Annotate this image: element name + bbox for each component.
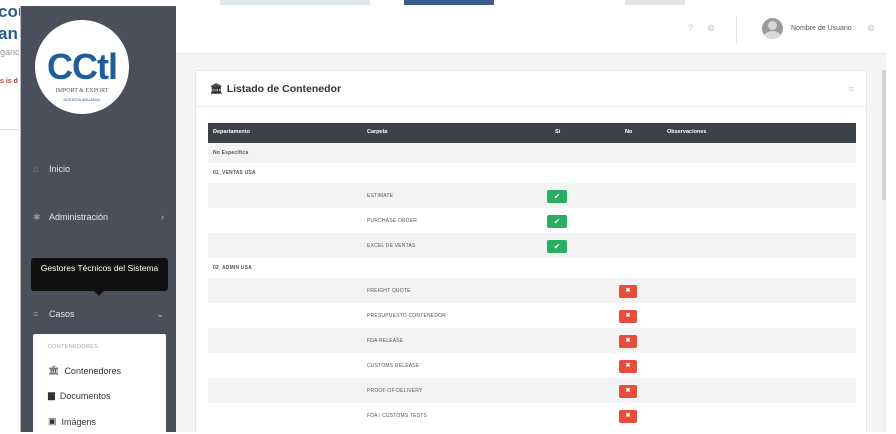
home-icon: ⌂: [33, 164, 39, 174]
listado-card: 🏛 Listado de Contenedor ≡ Departamento Ca…: [195, 70, 868, 432]
cross-badge-icon[interactable]: ✖: [619, 309, 637, 323]
department-cell: No Especifica: [213, 150, 249, 156]
logo-subtitle: IMPORT & EXPORT: [55, 88, 109, 94]
background-text: ganci: [0, 47, 22, 57]
app-window: CCtl IMPORT & EXPORT AGENCIA ADUANAL ⌂ I…: [20, 6, 886, 432]
tooltip-arrow: [94, 291, 104, 296]
folder-cell: FDA / CUSTOMS TESTS: [367, 412, 428, 419]
tooltip: Gestores Técnicos del Sistema: [31, 258, 168, 291]
sidebar-item-label: Inicio: [49, 164, 71, 174]
chevron-down-icon: ⌄: [156, 308, 164, 319]
chevron-right-icon: ›: [161, 212, 164, 222]
logo: CCtl IMPORT & EXPORT AGENCIA ADUANAL: [35, 20, 129, 114]
submenu-item-contenedores[interactable]: 🏛 Contenedores: [48, 365, 121, 376]
logo-area[interactable]: CCtl IMPORT & EXPORT AGENCIA ADUANAL: [21, 6, 176, 126]
table-group-row: 01_VENTAS USA: [208, 163, 856, 183]
background-text: s is d: [0, 78, 18, 85]
avatar[interactable]: [762, 18, 783, 39]
table-group-row: 02_ADMIN USA: [208, 258, 856, 278]
sidebar: CCtl IMPORT & EXPORT AGENCIA ADUANAL ⌂ I…: [21, 6, 176, 432]
table-row: ESTIMATE ✔: [208, 183, 856, 208]
table-group-row: No Especifica: [208, 143, 856, 163]
cross-badge-icon[interactable]: ✖: [619, 284, 637, 298]
file-icon: ▆: [48, 390, 55, 400]
folder-cell: PROOF OF DELIVERY: [367, 387, 423, 394]
submenu-header: CONTENEDORES: [48, 344, 99, 350]
table-row: PRESUPUESTO CONTENEDOR ✖: [208, 303, 856, 328]
sidebar-item-label: Casos: [49, 309, 75, 319]
check-badge-icon[interactable]: ✔: [547, 214, 567, 228]
table-row: FDA / CUSTOMS TESTS ✖: [208, 403, 856, 428]
table-row: PURCHASE ORDER ✔: [208, 208, 856, 233]
topbar: ? ⚙ Nombre de Usuario ⚙: [176, 6, 886, 54]
check-badge-icon[interactable]: ✔: [547, 239, 567, 253]
folder-cell: FDA RELEASE: [367, 337, 404, 344]
sidebar-item-administracion[interactable]: ✱ Administración ›: [21, 200, 176, 234]
department-cell: 02_ADMIN USA: [213, 265, 253, 271]
background-strip: [625, 0, 685, 5]
table-row: PROOF OF DELIVERY ✖: [208, 378, 856, 403]
folder-cell: CUSTOMS RELEASE: [367, 362, 420, 369]
sidebar-item-inicio[interactable]: ⌂ Inicio: [21, 152, 176, 186]
bank-icon: 🏛: [48, 365, 60, 375]
column-header-departamento[interactable]: Departamento: [213, 129, 250, 135]
folder-cell: FREIGHT QUOTE: [367, 287, 411, 294]
scrollbar-thumb[interactable]: [882, 70, 886, 200]
logo-text: CCtl: [47, 46, 118, 87]
folder-cell: ESTIMATE: [367, 192, 394, 199]
submenu-item-imagenes[interactable]: ▣ Imágens: [48, 416, 96, 427]
background-text: an: [0, 24, 18, 43]
user-settings-icon[interactable]: ⚙: [867, 23, 875, 34]
card-title: 🏛 Listado de Contenedor: [210, 83, 341, 95]
cross-badge-icon[interactable]: ✖: [619, 359, 637, 373]
table-row: FDA RELEASE ✖: [208, 328, 856, 353]
help-icon[interactable]: ?: [688, 23, 693, 33]
table-row: FREIGHT QUOTE ✖: [208, 278, 856, 303]
cross-badge-icon[interactable]: ✖: [619, 334, 637, 348]
sidebar-item-casos[interactable]: ≡ Casos ⌄: [21, 297, 176, 331]
cross-badge-icon[interactable]: ✖: [619, 384, 637, 398]
column-header-observaciones[interactable]: Observaciones: [667, 129, 706, 135]
image-icon: ▣: [48, 416, 57, 426]
folder-cell: PURCHASE ORDER: [367, 217, 418, 224]
list-icon: ≡: [33, 309, 39, 319]
logo-tagline: AGENCIA ADUANAL: [63, 97, 101, 102]
topbar-divider: [736, 16, 737, 44]
table-header: Departamento Carpeta Sí No Observaciones: [208, 123, 856, 143]
column-header-no[interactable]: No: [625, 129, 632, 135]
background-strip: [404, 0, 494, 5]
table-row: EXCEL DE VENTAS ✔: [208, 233, 856, 258]
check-badge-icon[interactable]: ✔: [547, 189, 567, 203]
bank-icon: 🏛: [210, 84, 223, 95]
column-header-carpeta[interactable]: Carpeta: [367, 129, 387, 135]
card-menu-icon[interactable]: ≡: [849, 84, 854, 94]
username[interactable]: Nombre de Usuario: [791, 25, 852, 32]
folder-cell: PRESUPUESTO CONTENEDOR: [367, 312, 447, 319]
sidebar-item-label: Administración: [49, 212, 109, 222]
submenu-item-label: Documentos: [59, 390, 111, 401]
folder-cell: EXCEL DE VENTAS: [367, 242, 416, 249]
card-header: 🏛 Listado de Contenedor ≡: [196, 71, 868, 107]
department-cell: 01_VENTAS USA: [213, 170, 256, 176]
settings-icon[interactable]: ⚙: [707, 23, 715, 34]
column-header-si[interactable]: Sí: [555, 129, 560, 135]
background-strip: [220, 0, 370, 5]
submenu-item-documentos[interactable]: ▆ Documentos: [48, 390, 110, 401]
submenu-item-label: Contenedores: [64, 365, 121, 376]
table-row: CUSTOMS RELEASE ✖: [208, 353, 856, 378]
submenu-casos: CONTENEDORES 🏛 Contenedores ▆ Documentos…: [33, 334, 166, 432]
scrollbar[interactable]: [882, 70, 886, 432]
cross-badge-icon[interactable]: ✖: [619, 409, 637, 423]
gears-icon: ✱: [33, 211, 41, 222]
submenu-item-label: Imágens: [61, 416, 97, 427]
card-title-text: Listado de Contenedor: [226, 83, 342, 95]
